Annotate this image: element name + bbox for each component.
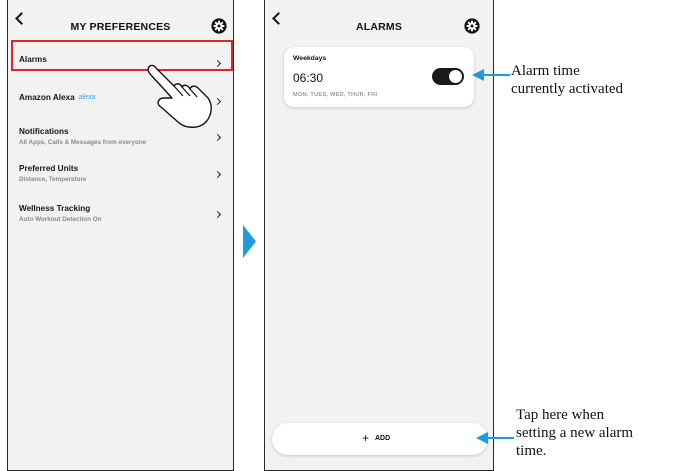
pref-item-subtitle: Auto Workout Detection On (19, 216, 102, 223)
plus-icon: + (362, 431, 370, 445)
alarm-card[interactable]: Weekdays 06:30 MON, TUES, WED, THUR, FRI (284, 47, 474, 107)
callout-text-line: Alarm time (511, 63, 580, 79)
alarm-time: 06:30 (293, 71, 324, 85)
alarm-toggle[interactable] (432, 68, 464, 85)
pref-item-title: Amazon Alexa alexa (19, 93, 96, 102)
pref-item-preferred-units[interactable]: Preferred Units Distance, Temperature (8, 156, 233, 196)
callout-line (486, 437, 514, 439)
callout-text-line: setting a new alarm (516, 425, 634, 441)
alexa-logo: alexa (78, 94, 96, 101)
alarms-screen: ALARMS Weekdays 06:30 MON, TUES, WED, TH… (264, 0, 494, 471)
callout-alarm-activated: Alarm time currently activated (511, 62, 623, 98)
page-title: MY PREFERENCES (70, 21, 171, 33)
toggle-knob (449, 70, 462, 83)
hand-pointer-icon (147, 64, 212, 128)
chevron-right-icon (213, 170, 222, 179)
gear-icon[interactable] (211, 18, 227, 34)
alarm-days: MON, TUES, WED, THUR, FRI (293, 92, 378, 98)
pref-item-title: Preferred Units (19, 164, 79, 173)
preferences-header: MY PREFERENCES (8, 0, 233, 44)
alarms-header: ALARMS (265, 0, 493, 44)
add-button-label: ADD (375, 435, 391, 442)
gear-icon[interactable] (464, 18, 480, 34)
pref-item-title: Wellness Tracking (19, 204, 91, 213)
pref-item-subtitle: All Apps, Calls & Messages from everyone (19, 139, 147, 146)
callout-text-line: time. (516, 443, 547, 459)
callout-line (482, 74, 510, 76)
add-alarm-button[interactable]: + ADD (272, 423, 488, 455)
pref-item-subtitle: Distance, Temperature (19, 176, 87, 183)
callout-text-line: Tap here when (516, 407, 605, 423)
page-title: ALARMS (355, 21, 403, 33)
chevron-right-icon (213, 210, 222, 219)
alarm-label: Weekdays (293, 55, 327, 62)
chevron-right-icon (213, 97, 222, 106)
arrow-right-icon (243, 225, 256, 258)
chevron-right-icon (213, 133, 222, 142)
pref-item-title: Notifications (19, 127, 69, 136)
callout-text-line: currently activated (511, 81, 624, 97)
callout-add-alarm: Tap here when setting a new alarm time. (516, 406, 633, 460)
pref-item-wellness-tracking[interactable]: Wellness Tracking Auto Workout Detection… (8, 196, 233, 236)
